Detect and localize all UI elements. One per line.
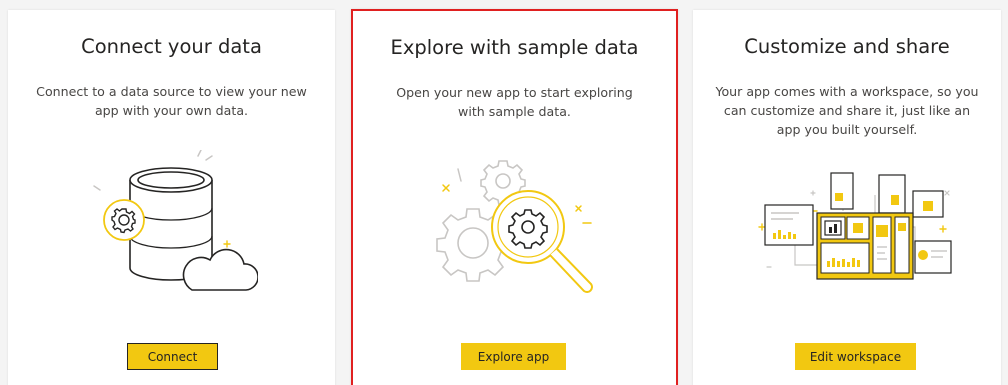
card-explore-sample: Explore with sample data Open your new a…	[351, 9, 678, 385]
edit-workspace-button[interactable]: Edit workspace	[795, 343, 916, 370]
card-title: Connect your data	[81, 35, 262, 58]
connect-button[interactable]: Connect	[127, 343, 218, 370]
card-title: Customize and share	[744, 35, 950, 58]
workspace-dashboards-icon	[758, 172, 952, 280]
card-description: Open your new app to start exploring wit…	[396, 85, 633, 119]
card-title: Explore with sample data	[390, 36, 639, 59]
card-description: Your app comes with a workspace, so you …	[715, 84, 979, 137]
explore-app-button[interactable]: Explore app	[461, 343, 566, 370]
card-customize-share: Customize and share Your app comes with …	[693, 10, 1001, 385]
card-description: Connect to a data source to view your ne…	[36, 84, 307, 118]
card-connect-data: Connect your data Connect to a data sour…	[8, 10, 335, 385]
magnifier-gears-icon	[436, 160, 593, 293]
database-cloud-gear-icon	[93, 150, 258, 291]
